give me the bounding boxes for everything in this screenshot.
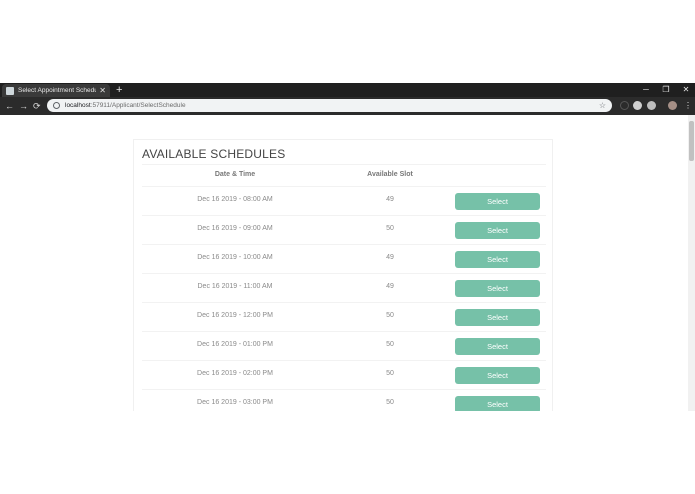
extension-icon[interactable] <box>620 101 629 110</box>
maximize-button[interactable]: ❐ <box>656 83 676 97</box>
schedule-datetime: Dec 16 2019 - 01:00 PM <box>197 341 273 348</box>
select-schedule-button[interactable]: Select <box>455 309 540 326</box>
table-row: Dec 16 2019 - 09:00 AM 50 Select <box>142 215 546 244</box>
table-row: Dec 16 2019 - 03:00 PM 50 Select <box>142 389 546 411</box>
site-info-icon[interactable] <box>53 102 60 109</box>
available-slot-count: 50 <box>386 399 394 406</box>
table-row: Dec 16 2019 - 02:00 PM 50 Select <box>142 360 546 389</box>
browser-menu-icon[interactable]: ⋮ <box>684 99 692 113</box>
available-slot-count: 50 <box>386 312 394 319</box>
available-slot-count: 49 <box>386 254 394 261</box>
new-tab-button[interactable]: + <box>116 83 122 97</box>
schedule-datetime: Dec 16 2019 - 08:00 AM <box>197 196 273 203</box>
close-window-button[interactable]: ✕ <box>676 83 695 97</box>
address-bar[interactable]: localhost:57911/Applicant/SelectSchedule… <box>47 99 612 112</box>
minimize-button[interactable]: ─ <box>636 83 656 97</box>
table-row: Dec 16 2019 - 10:00 AM 49 Select <box>142 244 546 273</box>
available-slot-count: 49 <box>386 196 394 203</box>
vertical-scrollbar[interactable] <box>688 115 695 411</box>
reload-button[interactable]: ⟳ <box>33 99 41 113</box>
scrollbar-thumb[interactable] <box>689 121 694 161</box>
extension-icon[interactable] <box>647 101 656 110</box>
schedule-datetime: Dec 16 2019 - 09:00 AM <box>197 225 273 232</box>
schedules-card: AVAILABLE SCHEDULES Date & Time Availabl… <box>133 139 553 411</box>
select-schedule-button[interactable]: Select <box>455 367 540 384</box>
page-content: AVAILABLE SCHEDULES Date & Time Availabl… <box>0 115 688 411</box>
back-button[interactable]: ← <box>5 99 14 113</box>
table-header: Date & Time Available Slot <box>142 164 546 186</box>
table-row: Dec 16 2019 - 01:00 PM 50 Select <box>142 331 546 360</box>
table-row: Dec 16 2019 - 12:00 PM 50 Select <box>142 302 546 331</box>
table-row: Dec 16 2019 - 11:00 AM 49 Select <box>142 273 546 302</box>
table-row: Dec 16 2019 - 08:00 AM 49 Select <box>142 186 546 215</box>
close-tab-icon[interactable]: ✕ <box>99 86 106 95</box>
url-text: localhost:57911/Applicant/SelectSchedule <box>65 102 186 109</box>
column-header-datetime: Date & Time <box>214 171 256 178</box>
bookmark-star-icon[interactable]: ☆ <box>599 101 606 110</box>
tab-select-schedule[interactable]: Select Appointment Schedule - ✕ <box>2 84 110 97</box>
schedule-datetime: Dec 16 2019 - 03:00 PM <box>197 399 273 406</box>
page-favicon-icon <box>6 86 14 95</box>
select-schedule-button[interactable]: Select <box>455 222 540 239</box>
select-schedule-button[interactable]: Select <box>455 396 540 411</box>
select-schedule-button[interactable]: Select <box>455 280 540 297</box>
browser-toolbar: ← → ⟳ localhost:57911/Applicant/SelectSc… <box>0 97 695 115</box>
browser-window: Select Appointment Schedule - ✕ + ─ ❐ ✕ … <box>0 83 695 411</box>
extension-icon[interactable] <box>633 101 642 110</box>
schedule-datetime: Dec 16 2019 - 10:00 AM <box>197 254 273 261</box>
available-slot-count: 50 <box>386 341 394 348</box>
available-slot-count: 50 <box>386 370 394 377</box>
schedule-datetime: Dec 16 2019 - 02:00 PM <box>197 370 273 377</box>
tab-title: Select Appointment Schedule - <box>18 87 97 94</box>
schedule-datetime: Dec 16 2019 - 11:00 AM <box>197 283 273 290</box>
forward-button[interactable]: → <box>19 99 28 113</box>
column-header-slot: Available Slot <box>367 171 413 178</box>
profile-avatar-icon[interactable] <box>668 101 677 110</box>
page-title: AVAILABLE SCHEDULES <box>142 147 286 161</box>
schedule-datetime: Dec 16 2019 - 12:00 PM <box>197 312 273 319</box>
select-schedule-button[interactable]: Select <box>455 251 540 268</box>
available-slot-count: 49 <box>386 283 394 290</box>
select-schedule-button[interactable]: Select <box>455 193 540 210</box>
tab-strip: Select Appointment Schedule - ✕ + ─ ❐ ✕ <box>0 83 695 97</box>
available-slot-count: 50 <box>386 225 394 232</box>
select-schedule-button[interactable]: Select <box>455 338 540 355</box>
